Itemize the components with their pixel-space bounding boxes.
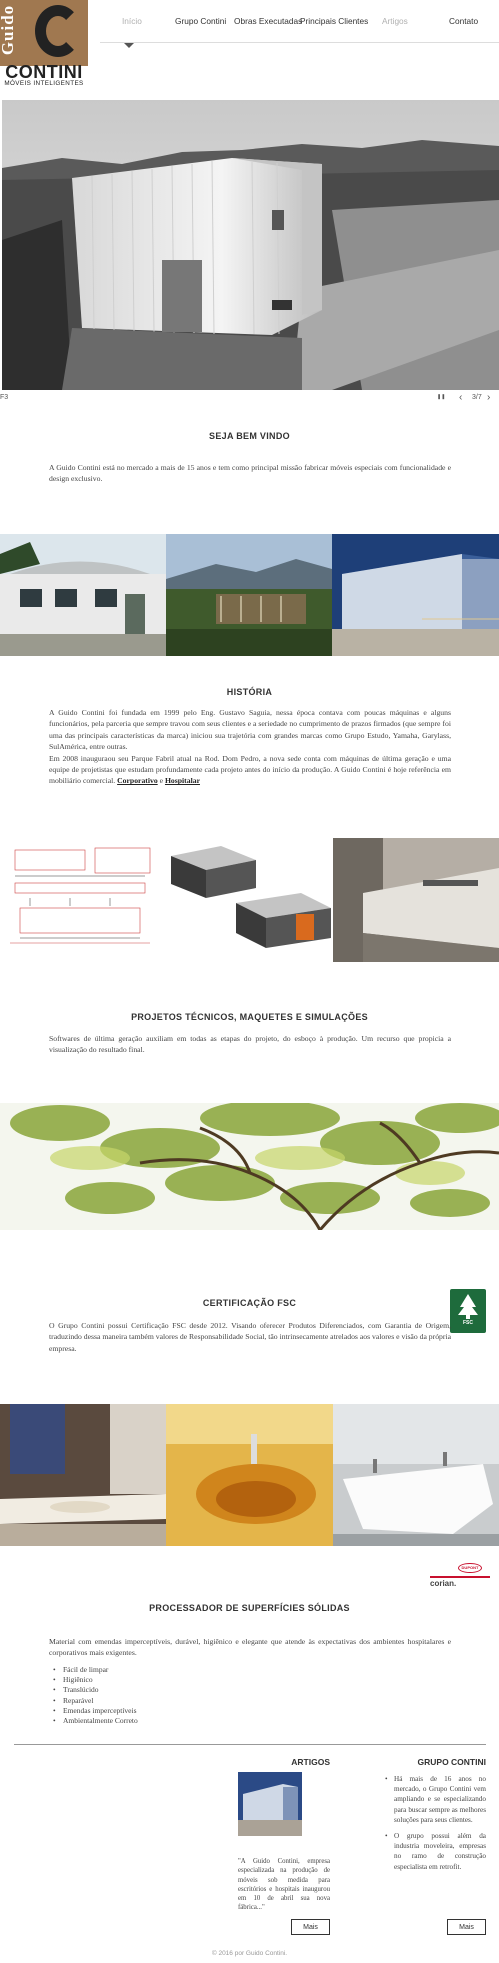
footer-divider: [14, 1744, 486, 1745]
photo-white-basin[interactable]: [333, 1404, 499, 1546]
logo[interactable]: Guido CONTINI MÓVEIS INTELIGENTES: [0, 0, 88, 88]
group-more-button[interactable]: Mais: [447, 1919, 486, 1935]
prev-slide-icon[interactable]: ‹: [459, 392, 462, 403]
pause-icon[interactable]: ❚❚: [437, 394, 445, 400]
nav-item-grupo-contini[interactable]: Grupo Contini: [175, 16, 226, 26]
dupont-logo: DUPONT: [438, 1563, 484, 1573]
factory-photo: [2, 100, 499, 390]
nav-item-contato[interactable]: Contato: [449, 16, 478, 26]
corian-logo: corian.: [430, 1576, 490, 1588]
nav-active-indicator: [124, 43, 134, 48]
surfaces-feature-list: Fácil de limpar Higiênico Translúcido Re…: [53, 1665, 138, 1726]
3d-model[interactable]: [166, 838, 333, 962]
surfaces-title: PROCESSADOR DE SUPERFÍCIES SÓLIDAS: [149, 1603, 350, 1613]
history-text-part2: Em 2008 inauguraou seu Parque Fabril atu…: [49, 753, 451, 786]
slide-counter: 3/7: [472, 394, 482, 401]
photo-old-factory[interactable]: [0, 534, 166, 656]
article-excerpt: "A Guido Contini, empresa especializada …: [238, 1858, 330, 1912]
surfaces-text: Material com emendas imperceptíveis, dur…: [49, 1637, 451, 1658]
welcome-title: SEJA BEM VINDO: [209, 431, 290, 441]
fsc-badge: FSC: [450, 1289, 486, 1333]
list-item: Há mais de 16 anos no mercado, o Grupo C…: [385, 1774, 486, 1825]
welcome-text: A Guido Contini está no mercado a mais d…: [49, 463, 451, 484]
group-info-list: Há mais de 16 anos no mercado, o Grupo C…: [385, 1774, 486, 1878]
fsc-tree-icon: [458, 1294, 478, 1319]
nav-divider: [100, 42, 499, 43]
history-title: HISTÓRIA: [226, 687, 273, 697]
group-title: GRUPO CONTINI: [417, 1757, 486, 1767]
logo-c-mark: [35, 5, 81, 57]
list-item: Fácil de limpar: [53, 1665, 138, 1675]
render-simulation[interactable]: [333, 838, 499, 962]
fsc-text: O Grupo Contini possui Certificação FSC …: [49, 1321, 451, 1353]
link-corporativo[interactable]: Corporativo: [117, 776, 158, 785]
articles-more-button[interactable]: Mais: [291, 1919, 330, 1935]
logo-guido-text: Guido: [0, 4, 18, 56]
list-item: O grupo possui além da industria movelei…: [385, 1831, 486, 1872]
list-item: Translúcido: [53, 1685, 138, 1695]
next-slide-icon[interactable]: ›: [487, 392, 490, 403]
slide-caption: F3: [0, 394, 9, 401]
photo-orange-sink[interactable]: [166, 1404, 333, 1546]
history-text-part1: A Guido Contini foi fundada em 1999 pelo…: [49, 708, 451, 752]
link-hospitalar[interactable]: Hospitalar: [165, 776, 200, 785]
tree-canopy-image: [0, 1103, 499, 1230]
history-photos: [0, 534, 499, 656]
list-item: Reparável: [53, 1696, 138, 1706]
photo-bathroom-sink[interactable]: [0, 1404, 166, 1546]
link-separator: e: [159, 776, 164, 786]
photo-new-factory[interactable]: [332, 534, 499, 656]
nav-item-principais-clientes[interactable]: Principais Clientes: [300, 16, 368, 26]
dupont-oval: DUPONT: [458, 1563, 482, 1573]
logo-tagline: MÓVEIS INTELIGENTES: [4, 80, 84, 87]
projects-text: Softwares de última geração auxiliam em …: [49, 1034, 451, 1055]
projects-images: [0, 838, 499, 962]
technical-drawing[interactable]: [0, 838, 166, 962]
projects-title: PROJETOS TÉCNICOS, MAQUETES E SIMULAÇÕES: [131, 1012, 368, 1022]
solid-surface-photos: [0, 1404, 499, 1546]
slideshow-image[interactable]: [2, 100, 499, 390]
photo-construction-site[interactable]: [166, 534, 332, 656]
nav-item-inicio[interactable]: Início: [122, 16, 142, 26]
main-navigation: Início Grupo Contini Obras Executadas Pr…: [100, 0, 499, 45]
article-thumbnail[interactable]: [238, 1772, 302, 1836]
articles-title: ARTIGOS: [291, 1757, 330, 1767]
slideshow-controls: F3 ❚❚ ‹ 3/7 ›: [0, 392, 499, 406]
history-text: A Guido Contini foi fundada em 1999 pelo…: [49, 707, 451, 787]
tree-photo: [0, 1103, 499, 1230]
nav-item-obras-executadas[interactable]: Obras Executadas: [234, 16, 302, 26]
nav-item-artigos[interactable]: Artigos: [382, 16, 408, 26]
list-item: Ambientalmente Correto: [53, 1716, 138, 1726]
fsc-badge-label: FSC: [463, 1320, 473, 1326]
list-item: Emendas imperceptíveis: [53, 1706, 138, 1716]
copyright: © 2016 por Guido Contini.: [211, 1950, 288, 1957]
fsc-title: CERTIFICAÇÃO FSC: [202, 1298, 297, 1308]
list-item: Higiênico: [53, 1675, 138, 1685]
